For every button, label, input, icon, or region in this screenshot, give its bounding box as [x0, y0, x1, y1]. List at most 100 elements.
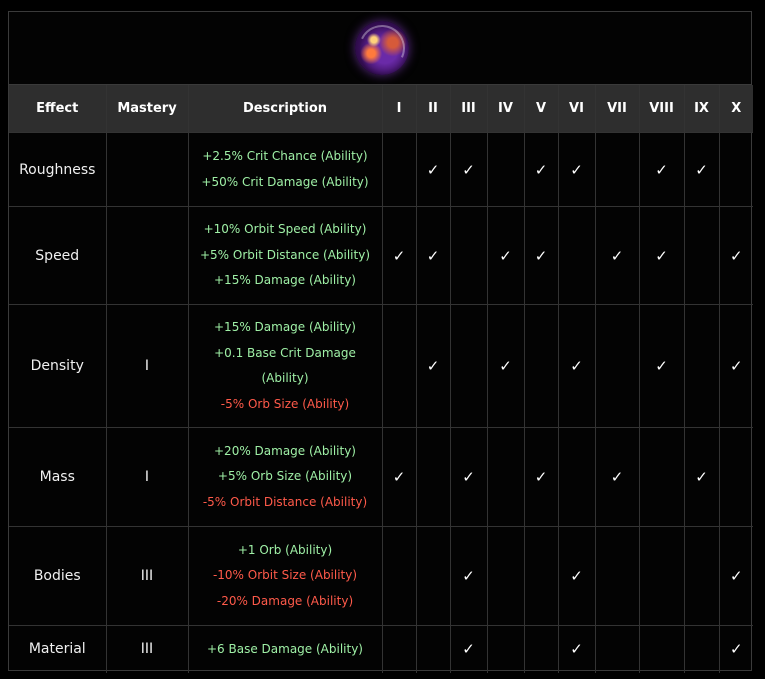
column-header-tier: V: [523, 85, 559, 133]
column-header-tier: VIII: [638, 85, 685, 133]
checkmark-icon: ✓: [534, 246, 548, 265]
tier-cell: [718, 427, 753, 527]
column-header-tier: VII: [594, 85, 640, 133]
checkmark-icon: ✓: [570, 160, 583, 179]
tier-cell: [594, 526, 640, 626]
positive-effect-line: +15% Damage (Ability): [214, 273, 356, 288]
tier-cell: [415, 427, 451, 527]
checkmark-icon: ✓: [570, 357, 583, 375]
column-header-description: Description: [187, 85, 383, 133]
tier-cell: ✓: [557, 625, 596, 673]
tier-cell: ✓: [718, 206, 753, 305]
header-row: Effect Mastery Description I II III IV V VI VI…: [9, 85, 753, 133]
checkmark-icon: ✓: [426, 357, 440, 375]
tier-cell: [415, 526, 451, 626]
negative-effect-line: -5% Orbit Distance (Ability): [202, 494, 368, 509]
tier-cell: ✓: [523, 132, 559, 207]
checkmark-icon: ✓: [392, 468, 406, 486]
column-header-tier: X: [718, 85, 753, 133]
checkmark-icon: ✓: [499, 246, 512, 265]
tier-cell: ✓: [381, 206, 417, 305]
checkmark-icon: ✓: [695, 160, 708, 179]
tier-cell: [638, 625, 685, 673]
positive-effect-line: +5% Orb Size (Ability): [217, 469, 353, 484]
description-cell: +1 Orb (Ability) -10% Orbit Size (Ability…: [187, 526, 383, 626]
tier-cell: [415, 625, 451, 673]
description-cell: +20% Damage (Ability) +5% Orb Size (Abili…: [187, 427, 383, 527]
tier-cell: ✓: [415, 304, 451, 428]
tier-cell: [638, 526, 685, 626]
positive-effect-line: +5% Orbit Distance (Ability): [199, 247, 371, 262]
tier-cell: ✓: [523, 427, 559, 527]
mastery-cell: I: [105, 304, 189, 428]
description-cell: +2.5% Crit Chance (Ability) +50% Crit Dam…: [187, 132, 383, 207]
tier-cell: ✓: [381, 427, 417, 527]
tier-cell: [486, 625, 525, 673]
effects-table: Effect Mastery Description I II III IV V VI VI…: [9, 85, 753, 673]
tier-cell: [683, 304, 720, 428]
tier-cell: ✓: [638, 206, 685, 305]
table-row: Mass I +20% Damage (Ability) +5% Orb Size (…: [9, 427, 753, 527]
effect-cell: Mass: [9, 427, 107, 527]
tier-cell: ✓: [449, 625, 488, 673]
table-row: Material III +6 Base Damage (Ability) ✓ ✓ ✓: [9, 625, 753, 673]
orb-planet-icon: [355, 21, 409, 75]
mastery-cell: I: [105, 427, 189, 527]
checkmark-icon: ✓: [462, 160, 475, 179]
tier-cell: [381, 304, 417, 428]
tier-cell: ✓: [486, 206, 525, 305]
tier-cell: [486, 427, 525, 527]
negative-effect-line: -20% Damage (Ability): [216, 593, 354, 608]
tier-cell: [523, 304, 559, 428]
table-body: Roughness +2.5% Crit Chance (Ability) +50%…: [9, 132, 753, 673]
checkmark-icon: ✓: [570, 567, 583, 585]
negative-effect-line: -5% Orb Size (Ability): [220, 396, 350, 411]
effect-cell: Roughness: [9, 132, 107, 207]
tier-cell: [683, 625, 720, 673]
checkmark-icon: ✓: [610, 246, 624, 265]
tier-cell: [486, 132, 525, 207]
tier-cell: [594, 625, 640, 673]
checkmark-icon: ✓: [534, 468, 548, 486]
checkmark-icon: ✓: [729, 357, 743, 375]
tier-cell: [718, 132, 753, 207]
checkmark-icon: ✓: [392, 246, 406, 265]
checkmark-icon: ✓: [729, 246, 743, 265]
checkmark-icon: ✓: [426, 246, 440, 265]
checkmark-icon: ✓: [462, 468, 475, 486]
column-header-tier: III: [449, 85, 488, 133]
tier-cell: ✓: [638, 304, 685, 428]
checkmark-icon: ✓: [534, 160, 548, 179]
description-cell: +15% Damage (Ability) +0.1 Base Crit Dama…: [187, 304, 383, 428]
mastery-cell: III: [105, 526, 189, 626]
description-cell: +6 Base Damage (Ability): [187, 625, 383, 673]
checkmark-icon: ✓: [610, 468, 624, 486]
tier-cell: ✓: [683, 132, 720, 207]
negative-effect-line: -10% Orbit Size (Ability): [212, 568, 358, 583]
column-header-mastery: Mastery: [105, 85, 189, 133]
tier-cell: ✓: [718, 625, 753, 673]
positive-effect-line: +0.1 Base Crit Damage (Ability): [214, 345, 356, 386]
tier-cell: [381, 625, 417, 673]
tier-cell: ✓: [594, 206, 640, 305]
tier-cell: ✓: [594, 427, 640, 527]
tier-cell: [449, 206, 488, 305]
effect-cell: Speed: [9, 206, 107, 305]
column-header-effect: Effect: [9, 85, 107, 133]
checkmark-icon: ✓: [426, 160, 440, 179]
positive-effect-line: +1 Orb (Ability): [237, 542, 333, 557]
column-header-tier: I: [381, 85, 417, 133]
tier-cell: [557, 427, 596, 527]
table-row: Speed +10% Orbit Speed (Ability) +5% Orbit…: [9, 206, 753, 305]
column-header-tier: VI: [557, 85, 596, 133]
positive-effect-line: +10% Orbit Speed (Ability): [203, 222, 367, 237]
tier-cell: [449, 304, 488, 428]
column-header-tier: IV: [486, 85, 525, 133]
banner: [9, 12, 751, 85]
positive-effect-line: +2.5% Crit Chance (Ability): [202, 149, 368, 163]
tier-cell: [594, 304, 640, 428]
effect-cell: Material: [9, 625, 107, 673]
tier-cell: ✓: [449, 427, 488, 527]
checkmark-icon: ✓: [655, 357, 668, 375]
effects-panel: Effect Mastery Description I II III IV V VI VI…: [8, 11, 753, 673]
